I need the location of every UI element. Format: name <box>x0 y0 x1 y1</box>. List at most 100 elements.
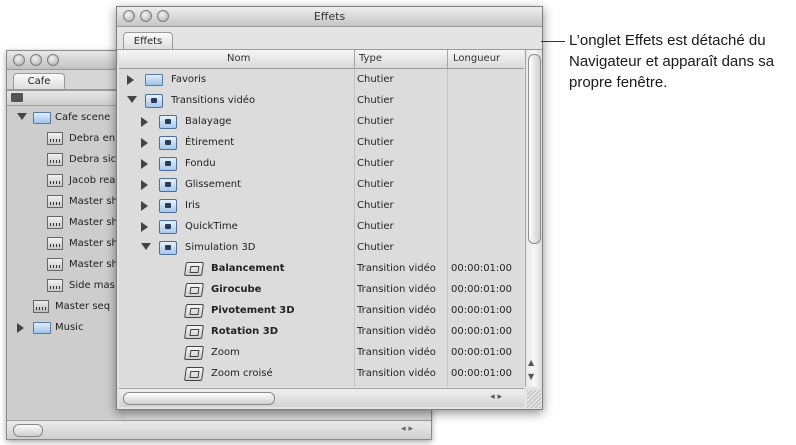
callout-line <box>541 41 565 42</box>
locked-bin-icon <box>159 115 177 129</box>
effects-list: Favoris Chutier Transitions vidéo Chutier Ba… <box>119 69 524 387</box>
transition-icon <box>184 346 204 360</box>
disclosure-expanded-icon[interactable] <box>141 243 151 250</box>
scroll-thumb[interactable] <box>13 424 43 437</box>
list-item[interactable]: Jacob rea <box>7 171 125 192</box>
zoom-button[interactable] <box>47 54 59 66</box>
horizontal-scroll-thumb[interactable] <box>123 392 275 405</box>
row-length: 00:00:01:00 <box>451 347 513 358</box>
clip-icon <box>47 153 63 166</box>
disclosure-collapsed-icon[interactable] <box>141 117 148 127</box>
table-row[interactable]: Zoom Transition vidéo 00:00:01:00 <box>119 343 524 364</box>
list-item[interactable]: Master sh <box>7 192 125 213</box>
column-headers: Nom Type Longueur <box>119 50 524 69</box>
tab-effects[interactable]: Effets <box>123 32 173 50</box>
row-name: Étirement <box>185 137 235 148</box>
disclosure-collapsed-icon[interactable] <box>141 222 148 232</box>
horizontal-scrollbar[interactable]: ◂ ▸ <box>7 420 431 439</box>
list-item-label: Master sh <box>69 217 118 228</box>
table-row[interactable]: Glissement Chutier <box>119 175 524 196</box>
row-name: Zoom <box>211 347 240 358</box>
list-item-label: Debra sic <box>69 154 117 165</box>
row-type: Chutier <box>357 221 394 232</box>
row-type: Transition vidéo <box>357 284 436 295</box>
list-item-label: Master sh <box>69 259 118 270</box>
table-row[interactable]: Iris Chutier <box>119 196 524 217</box>
scroll-arrows-icon[interactable]: ◂ ▸ <box>401 424 413 434</box>
list-item-label: Master sh <box>69 238 118 249</box>
disclosure-expanded-icon[interactable] <box>17 113 27 120</box>
row-type: Chutier <box>357 179 394 190</box>
table-row[interactable]: Fondu Chutier <box>119 154 524 175</box>
list-item-label: Master sh <box>69 196 118 207</box>
clip-icon <box>47 174 63 187</box>
table-row[interactable]: Girocube Transition vidéo 00:00:01:00 <box>119 280 524 301</box>
disclosure-expanded-icon[interactable] <box>127 96 137 103</box>
clip-icon <box>47 279 63 292</box>
row-type: Chutier <box>357 95 394 106</box>
clip-icon <box>47 216 63 229</box>
effects-window-titlebar[interactable]: Effets <box>117 7 542 27</box>
row-type: Chutier <box>357 116 394 127</box>
table-row[interactable]: Zoom croisé Transition vidéo 00:00:01:00 <box>119 364 524 385</box>
disclosure-collapsed-icon[interactable] <box>141 138 148 148</box>
scroll-up-icon[interactable]: ▲ <box>528 358 534 367</box>
list-item[interactable]: Side mas <box>7 276 125 297</box>
table-row[interactable]: QuickTime Chutier <box>119 217 524 238</box>
vertical-scrollbar[interactable]: ▲ ▼ <box>525 50 542 387</box>
list-item-label: Master seq <box>55 301 111 312</box>
disclosure-collapsed-icon[interactable] <box>141 180 148 190</box>
locked-bin-icon <box>159 178 177 192</box>
row-name: Girocube <box>211 284 262 295</box>
vertical-scroll-thumb[interactable] <box>528 54 541 244</box>
list-item[interactable]: Debra en <box>7 129 125 150</box>
scroll-arrows-icon[interactable]: ◂ ▸ <box>490 392 502 402</box>
table-row[interactable]: Pivotement 3D Transition vidéo 00:00:01:00 <box>119 301 524 322</box>
list-item-label: Music <box>55 322 84 333</box>
row-length: 00:00:01:00 <box>451 368 513 379</box>
folder-icon <box>33 322 51 334</box>
list-item[interactable]: Debra sic <box>7 150 125 171</box>
locked-bin-icon <box>145 94 163 108</box>
row-length: 00:00:01:00 <box>451 326 513 337</box>
table-row[interactable]: Balancement Transition vidéo 00:00:01:00 <box>119 259 524 280</box>
disclosure-collapsed-icon[interactable] <box>141 159 148 169</box>
list-item[interactable]: Master sh <box>7 255 125 276</box>
column-header-type[interactable]: Type <box>359 53 382 64</box>
table-row[interactable]: Transitions vidéo Chutier <box>119 91 524 112</box>
folder-icon <box>145 74 163 86</box>
window-title: Effets <box>313 10 346 23</box>
column-header-length[interactable]: Longueur <box>453 53 500 64</box>
table-row[interactable]: Rotation 3D Transition vidéo 00:00:01:00 <box>119 322 524 343</box>
horizontal-scrollbar[interactable]: ◂ ▸ <box>119 388 524 407</box>
column-header-name[interactable]: Nom <box>227 53 250 64</box>
disclosure-collapsed-icon[interactable] <box>17 323 24 333</box>
effects-window: Effets Effets Nom Type Longueur Favoris C… <box>116 6 543 410</box>
list-item[interactable]: Master sh <box>7 213 125 234</box>
resize-grip-icon[interactable] <box>527 390 541 408</box>
list-item[interactable]: Master sh <box>7 234 125 255</box>
row-name: Zoom croisé <box>211 368 273 379</box>
minimize-button[interactable] <box>30 54 42 66</box>
cafe-project-list: Cafe scene Debra en Debra sic Jacob rea Mast… <box>7 106 125 419</box>
table-row[interactable]: Simulation 3D Chutier <box>119 238 524 259</box>
row-name: Transitions vidéo <box>171 95 256 106</box>
scroll-down-icon[interactable]: ▼ <box>528 372 534 381</box>
row-type: Chutier <box>357 158 394 169</box>
row-name: Rotation 3D <box>211 326 279 337</box>
list-item-label: Cafe scene <box>55 112 111 123</box>
list-item[interactable]: Master seq <box>7 297 125 318</box>
list-item[interactable]: Cafe scene <box>7 108 125 129</box>
row-type: Chutier <box>357 74 394 85</box>
table-row[interactable]: Balayage Chutier <box>119 112 524 133</box>
table-row[interactable]: Étirement Chutier <box>119 133 524 154</box>
folder-icon <box>33 112 51 124</box>
disclosure-collapsed-icon[interactable] <box>127 75 134 85</box>
table-row[interactable]: Favoris Chutier <box>119 70 524 91</box>
close-button[interactable] <box>13 54 25 66</box>
list-item[interactable]: Music <box>7 318 125 339</box>
tab-cafe[interactable]: Cafe <box>13 73 65 90</box>
callout-text: L’onglet Effets est détaché du Navigateu… <box>569 32 775 91</box>
disclosure-collapsed-icon[interactable] <box>141 201 148 211</box>
column-divider <box>354 69 355 387</box>
